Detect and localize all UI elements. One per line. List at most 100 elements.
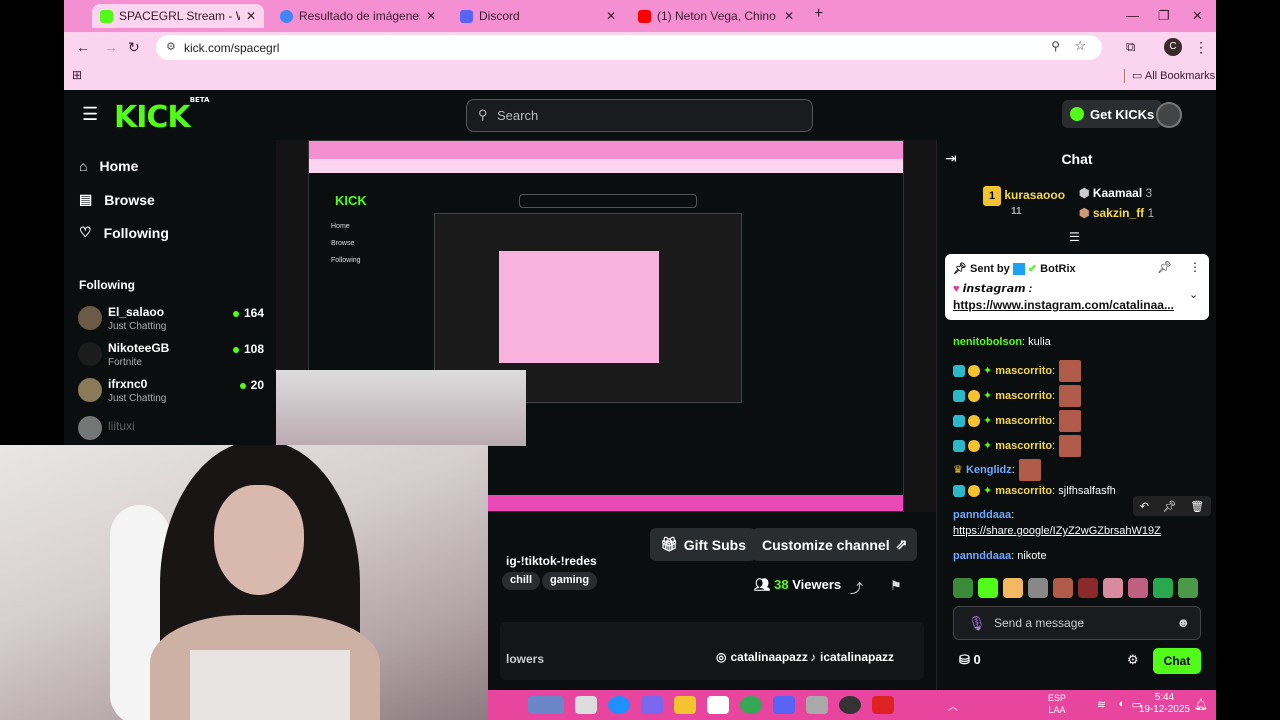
tab-youtube[interactable]: (1) Neton Vega, Chino Pacas - C ✕ [630, 4, 802, 28]
emote [1018, 459, 1041, 481]
close-tab-icon[interactable]: ✕ [606, 9, 616, 23]
tray-overflow-icon[interactable]: ︿ [948, 698, 958, 713]
tiktok-icon: ♪ [810, 650, 816, 664]
emote-blush-icon[interactable] [1128, 578, 1148, 598]
restore-icon[interactable]: ❐ [1158, 8, 1170, 24]
new-tab-icon[interactable]: + [814, 5, 823, 23]
chat-settings-icon[interactable]: ⚙ [1127, 652, 1139, 668]
taskbar-chrome-icon[interactable] [740, 696, 762, 714]
taskbar-copilot-icon[interactable] [641, 696, 663, 714]
extensions-icon[interactable]: ⧉ [1126, 39, 1135, 55]
sidebar-item-browse[interactable]: ▤ Browse [79, 191, 155, 208]
wifi-icon[interactable]: ≋ [1097, 698, 1106, 711]
emote-pig-icon[interactable] [1103, 578, 1123, 598]
pinned-link[interactable]: https://www.instagram.com/catalinaa... [953, 298, 1174, 312]
forward-icon[interactable]: → [104, 39, 118, 55]
customize-channel-button[interactable]: Customize channel ⇗ [752, 528, 918, 561]
hamburger-menu-icon[interactable]: ☰ [82, 104, 98, 125]
send-chat-button[interactable]: Chat [1153, 648, 1201, 674]
back-icon[interactable]: ← [76, 39, 90, 55]
sidebar-item-home[interactable]: ⌂ Home [79, 158, 138, 174]
webcam-preview [276, 370, 526, 446]
avatar [78, 342, 102, 366]
taskbar-task-view-icon[interactable] [575, 696, 597, 714]
input-language[interactable]: ESP LAA [1048, 692, 1066, 716]
microphone-icon[interactable]: 🎙︎ [968, 615, 986, 632]
instagram-icon: ◎ [716, 650, 727, 664]
close-tab-icon[interactable]: ✕ [426, 9, 436, 23]
sidebar-item-following[interactable]: ♡ Following [79, 224, 169, 241]
reload-icon[interactable]: ↻ [128, 39, 140, 56]
all-bookmarks[interactable]: ▭ All Bookmarks [1132, 69, 1215, 82]
emote-rage-icon[interactable] [1078, 578, 1098, 598]
emote-pepe-icon[interactable] [953, 578, 973, 598]
crown-badge-icon: ♛ [953, 463, 963, 476]
emote-pac-icon[interactable] [1003, 578, 1023, 598]
get-kicks-button[interactable]: Get KICKs [1062, 100, 1163, 128]
search-input[interactable]: ⚲ Search [466, 99, 813, 132]
chat-message: ✦ mascorrito: [953, 435, 1082, 457]
site-info-icon[interactable]: ⚙ [166, 40, 176, 53]
expand-icon[interactable]: ⌄ [1189, 288, 1198, 301]
taskbar-edge-icon[interactable] [608, 696, 630, 714]
share-icon[interactable]: ⤴ [850, 578, 863, 597]
emote-clown-icon[interactable] [1153, 578, 1173, 598]
kick-logo[interactable]: KICKBETA [114, 96, 209, 135]
viewers-icon: 👥︎ [754, 577, 771, 592]
taskbar-widget-icon[interactable] [528, 696, 564, 714]
user-avatar[interactable] [1156, 102, 1182, 128]
taskbar-explorer-icon[interactable] [674, 696, 696, 714]
taskbar-discord-icon[interactable] [773, 696, 795, 714]
followed-channel[interactable]: El_salaoo Just Chatting 164 [78, 304, 264, 338]
tag-gaming[interactable]: gaming [542, 572, 598, 590]
taskbar-obs-icon[interactable] [839, 696, 861, 714]
tab-discord[interactable]: Discord ✕ [452, 4, 624, 28]
channel-points[interactable]: ⛁ 0 [959, 652, 981, 668]
tag-chill[interactable]: chill [502, 572, 541, 590]
tab-kick[interactable]: SPACEGRL Stream - Watch Live ✕ [92, 4, 264, 28]
reply-icon[interactable]: ↶ [1140, 500, 1149, 513]
profile-avatar[interactable]: C [1164, 38, 1182, 56]
close-tab-icon[interactable]: ✕ [246, 9, 256, 23]
followed-channel[interactable]: NikoteeGB Fortnite 108 [78, 340, 264, 374]
pinned-message[interactable]: 📌︎ Sent by ✔ BotRix 📌︎ ⋮ ♥ 𝙞𝙣𝙨𝙩𝙖𝙜𝙧𝙖𝙢 : h… [945, 254, 1209, 320]
emote-cat-icon[interactable] [1028, 578, 1048, 598]
apps-grid-icon[interactable]: ⊞ [72, 68, 82, 82]
emoji-icon[interactable]: ☻ [1176, 615, 1190, 630]
unpin-icon[interactable]: 📌︎ [1157, 260, 1172, 274]
close-window-icon[interactable]: ✕ [1192, 8, 1203, 24]
menu-kebab-icon[interactable]: ⋮ [1194, 39, 1208, 56]
tiktok-link[interactable]: ♪ icatalinapazz [810, 650, 894, 664]
instagram-link[interactable]: ◎ catalinaapazz [716, 650, 808, 664]
taskbar-app-icon[interactable] [872, 696, 894, 714]
system-clock[interactable]: 5:44 19-12-2025 [1139, 692, 1190, 716]
points-icon: ⛁ [959, 652, 970, 667]
taskbar-store-icon[interactable] [707, 696, 729, 714]
more-options-icon[interactable]: ⋮ [1189, 260, 1201, 274]
emote-face-icon[interactable] [1053, 578, 1073, 598]
notifications-icon[interactable]: 🔔︎ [1194, 698, 1208, 711]
filter-icon[interactable]: ☰ [1069, 230, 1080, 244]
chat-input[interactable]: 🎙︎ Send a message ☻ [953, 606, 1201, 640]
emote-kick-icon[interactable] [978, 578, 998, 598]
chat-panel: ⇥ Chat 1 kurasaooo 11 ⬢ Kaamaal 3 ⬢ sakz… [936, 140, 1216, 690]
followed-channel-offline[interactable]: liituxi [78, 414, 264, 448]
gift-subs-button[interactable]: 🎁︎ Gift Subs [650, 528, 757, 561]
pin-message-icon[interactable]: 📌︎ [1163, 500, 1177, 513]
google-favicon-icon [280, 9, 293, 23]
followed-channel[interactable]: ifrxnc0 Just Chatting 20 [78, 376, 264, 410]
zoom-icon[interactable]: ⚲ [1051, 39, 1060, 53]
bookmark-star-icon[interactable]: ☆ [1074, 38, 1086, 54]
taskbar-settings-icon[interactable] [806, 696, 828, 714]
minimize-icon[interactable]: — [1126, 8, 1139, 23]
volume-icon[interactable]: ◖ [1117, 698, 1124, 710]
emote-frog-icon[interactable] [1178, 578, 1198, 598]
close-tab-icon[interactable]: ✕ [784, 9, 794, 23]
report-user-icon[interactable]: ⚑ [890, 578, 902, 594]
url-field[interactable]: ⚙ kick.com/spacegrl ⚲ ☆ [156, 35, 1102, 60]
kicks-coin-icon [1070, 107, 1084, 121]
heart-emoji-icon: ♥ [953, 283, 960, 295]
delete-icon[interactable]: 🗑︎ [1190, 500, 1204, 513]
chat-link[interactable]: https://share.google/IZyZ2wGZbrsahW19Z [953, 525, 1161, 537]
tab-google-images[interactable]: Resultado de imágenes de Goo ✕ [272, 4, 444, 28]
